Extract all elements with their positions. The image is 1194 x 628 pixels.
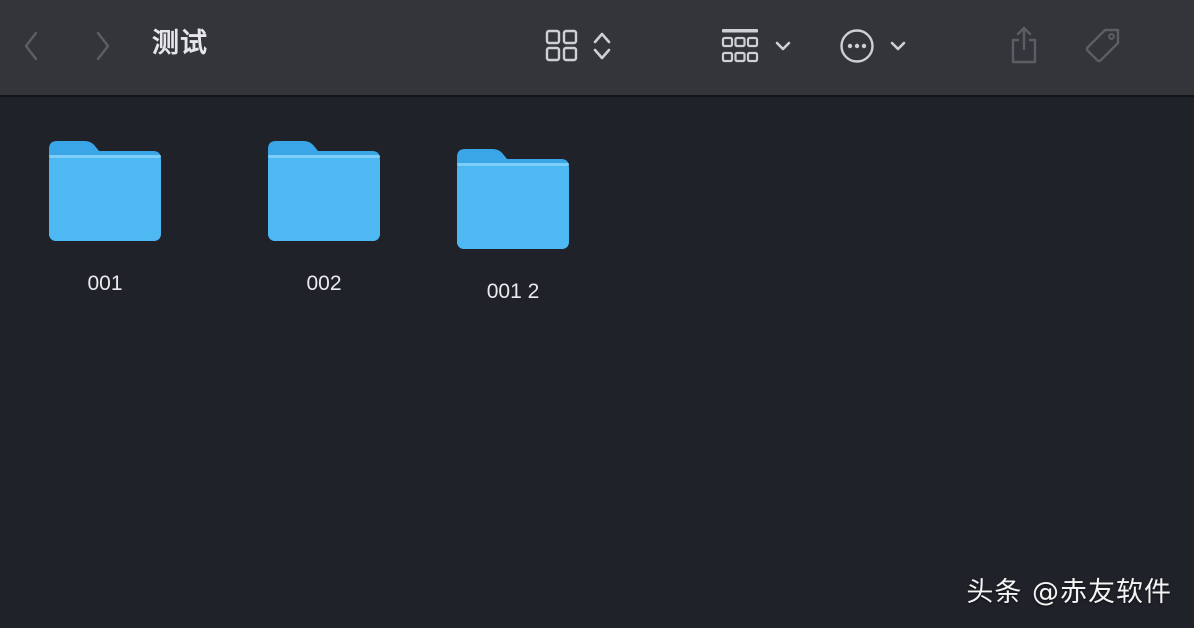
folder-item[interactable]: 001 2 [438, 147, 588, 305]
folder-name: 001 [87, 272, 123, 295]
share-icon [1011, 26, 1037, 64]
tag-button[interactable] [1082, 24, 1124, 68]
grid-view-icon [545, 29, 578, 62]
group-by-icon [721, 29, 759, 63]
window-title: 测试 [152, 28, 208, 59]
tag-icon [1085, 28, 1120, 63]
watermark: 头条 @赤友软件 [966, 577, 1172, 608]
folder-icon [268, 141, 380, 241]
folder-name: 002 [306, 272, 342, 295]
group-by-button[interactable] [716, 26, 796, 66]
more-actions-button[interactable] [836, 26, 910, 66]
folder-name: 001 2 [486, 280, 540, 303]
share-button[interactable] [1004, 22, 1044, 68]
toolbar: 测试 [0, 0, 1194, 97]
chevron-down-icon [890, 41, 906, 51]
file-browser-content: 001 002 001 2 [0, 97, 1194, 628]
up-down-chevron-icon [593, 32, 611, 60]
folder-item[interactable]: 001 [30, 139, 180, 297]
ellipsis-circle-icon [840, 29, 874, 63]
back-button[interactable] [14, 28, 48, 64]
folder-icon [457, 149, 569, 249]
chevron-right-icon [96, 31, 110, 61]
folder-item[interactable]: 002 [249, 139, 399, 297]
chevron-down-icon [775, 41, 791, 51]
chevron-left-icon [24, 31, 38, 61]
forward-button[interactable] [86, 28, 120, 64]
finder-window: 测试 001 002 001 2 头条 @赤友软件 [0, 0, 1194, 628]
view-mode-button[interactable] [540, 26, 618, 66]
folder-icon [49, 141, 161, 241]
